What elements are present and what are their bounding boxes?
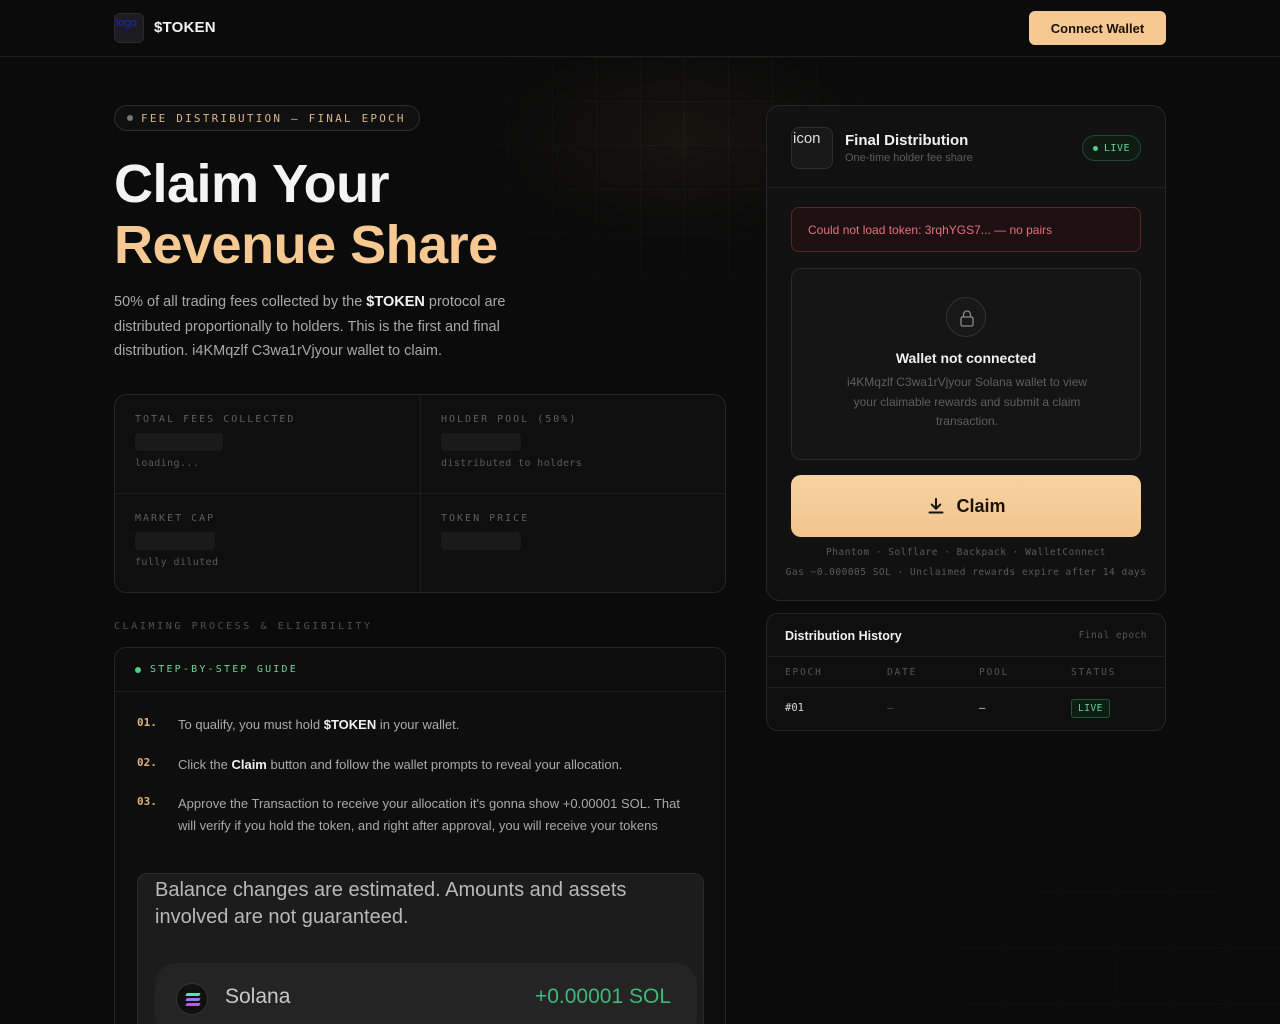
balance-change-row: Solana +0.00001 SOL: [155, 963, 697, 1024]
history-table-header: EPOCH DATE POOL STATUS: [767, 657, 1165, 688]
date-cell: –: [887, 702, 894, 714]
distribution-history: Distribution History Final epoch EPOCH D…: [766, 613, 1166, 731]
card-title: Final Distribution: [845, 132, 969, 149]
column-header: POOL: [979, 667, 1010, 678]
status-badge: LIVE: [1071, 699, 1110, 718]
hero-desc-token: $TOKEN: [366, 294, 425, 310]
download-icon: [928, 498, 944, 514]
stat-label: HOLDER POOL (50%): [441, 414, 578, 425]
wallet-status-description: i4KMqzlf C3wa1rVjyour Solana wallet to v…: [846, 375, 1088, 428]
history-header: Distribution History Final epoch: [767, 614, 1165, 657]
column-header: EPOCH: [785, 667, 823, 678]
column-header: STATUS: [1071, 667, 1117, 678]
stat-label: TOTAL FEES COLLECTED: [135, 414, 296, 425]
asset-name: Solana: [225, 985, 291, 1008]
distribution-icon: icon: [791, 127, 833, 169]
gas-note: Gas ~0.000005 SOL · Unclaimed rewards ex…: [785, 567, 1147, 578]
connect-wallet-button[interactable]: Connect Wallet: [1029, 11, 1166, 45]
pill-dot-icon: [127, 115, 133, 121]
pool-cell: —: [979, 702, 986, 714]
guide-step: 03. Approve the Transaction to receive y…: [137, 793, 697, 836]
card-header: icon Final Distribution One-time holder …: [767, 106, 1165, 188]
logo-alt-text: logo: [116, 17, 137, 29]
claim-button[interactable]: Claim: [791, 475, 1141, 537]
live-badge-label: LIVE: [1103, 142, 1130, 154]
brand-name[interactable]: $TOKEN: [154, 19, 216, 36]
claim-card: icon Final Distribution One-time holder …: [766, 105, 1166, 601]
transaction-preview-image: Balance changes are estimated. Amounts a…: [137, 873, 704, 1024]
stat-value-skeleton: [135, 532, 215, 550]
solana-icon: [176, 983, 208, 1015]
stat-label: TOKEN PRICE: [441, 513, 530, 524]
step-text-bold: Claim: [231, 757, 267, 772]
stat-sub: fully diluted: [135, 557, 219, 568]
claim-button-label: Claim: [956, 495, 1006, 516]
step-text-pre: Click the: [178, 757, 232, 772]
hero-description: 50% of all trading fees collected by the…: [114, 290, 534, 364]
step-text-pre: To qualify, you must hold: [178, 717, 324, 732]
lock-icon: [946, 297, 986, 337]
stat-holder-pool: HOLDER POOL (50%) distributed to holders: [421, 395, 725, 494]
stat-label: MARKET CAP: [135, 513, 216, 524]
hero-title: Claim Your Revenue Share: [114, 154, 498, 276]
stat-total-fees: TOTAL FEES COLLECTED loading...: [115, 395, 421, 494]
step-text: Click the Claim button and follow the wa…: [178, 754, 697, 776]
stat-token-price: TOKEN PRICE: [421, 494, 725, 592]
step-text-pre: Approve the Transaction to receive your …: [178, 796, 680, 833]
hero-desc-pre: 50% of all trading fees collected by the: [114, 294, 367, 310]
step-text-post: button and follow the wallet prompts to …: [266, 757, 623, 772]
supported-wallets: Phantom · Solflare · Backpack · WalletCo…: [826, 547, 1106, 558]
guide-header-label: STEP-BY-STEP GUIDE: [150, 664, 298, 675]
step-text-post: in your wallet.: [376, 717, 460, 732]
stats-grid: TOTAL FEES COLLECTED loading... HOLDER P…: [114, 394, 726, 593]
wallet-status-box: Wallet not connected i4KMqzlf C3wa1rVjyo…: [791, 268, 1141, 460]
step-text: To qualify, you must hold $TOKEN in your…: [178, 714, 697, 736]
guide-step: 02. Click the Claim button and follow th…: [137, 754, 697, 776]
icon-alt-text: icon: [793, 130, 821, 147]
stat-value-skeleton: [441, 532, 521, 550]
live-dot-icon: [1092, 145, 1098, 151]
step-text: Approve the Transaction to receive your …: [178, 793, 697, 836]
stat-sub: loading...: [135, 458, 200, 469]
wallet-status-title: Wallet not connected: [895, 350, 1037, 366]
section-label: CLAIMING PROCESS & ELIGIBILITY: [114, 621, 373, 632]
history-tag: Final epoch: [1078, 630, 1147, 641]
brand-logo-image[interactable]: logo: [114, 13, 144, 43]
step-text-bold: $TOKEN: [323, 717, 377, 732]
hero-title-line2: Revenue Share: [114, 215, 498, 275]
top-header: logo $TOKEN Connect Wallet: [0, 0, 1280, 57]
step-number: 02.: [137, 756, 157, 769]
preview-text: Balance changes are estimated. Amounts a…: [155, 879, 627, 928]
epoch-pill-label: FEE DISTRIBUTION — FINAL EPOCH: [141, 111, 406, 125]
step-number: 01.: [137, 716, 157, 729]
stat-value-skeleton: [441, 433, 521, 451]
card-subtitle: One-time holder fee share: [845, 152, 973, 164]
hero-title-line1: Claim Your: [114, 154, 390, 214]
guide-header: STEP-BY-STEP GUIDE: [115, 648, 725, 692]
column-header: DATE: [887, 667, 918, 678]
stat-sub: distributed to holders: [441, 458, 583, 469]
epoch-cell: #01: [785, 702, 804, 714]
table-row: #01 – — LIVE: [767, 688, 1165, 730]
status-dot-icon: [135, 666, 141, 673]
error-alert: Could not load token: 3rqhYGS7... — no p…: [791, 207, 1141, 252]
step-number: 03.: [137, 795, 157, 808]
step-guide: STEP-BY-STEP GUIDE 01. To qualify, you m…: [114, 647, 726, 1024]
epoch-pill: FEE DISTRIBUTION — FINAL EPOCH: [114, 105, 420, 131]
stat-market-cap: MARKET CAP fully diluted: [115, 494, 421, 592]
live-badge: LIVE: [1081, 135, 1141, 161]
history-title: Distribution History: [785, 629, 902, 643]
background-grid-corner: [780, 780, 1280, 1024]
stat-value-skeleton: [135, 433, 223, 451]
asset-amount: +0.00001 SOL: [534, 985, 671, 1008]
guide-step: 01. To qualify, you must hold $TOKEN in …: [137, 714, 697, 736]
